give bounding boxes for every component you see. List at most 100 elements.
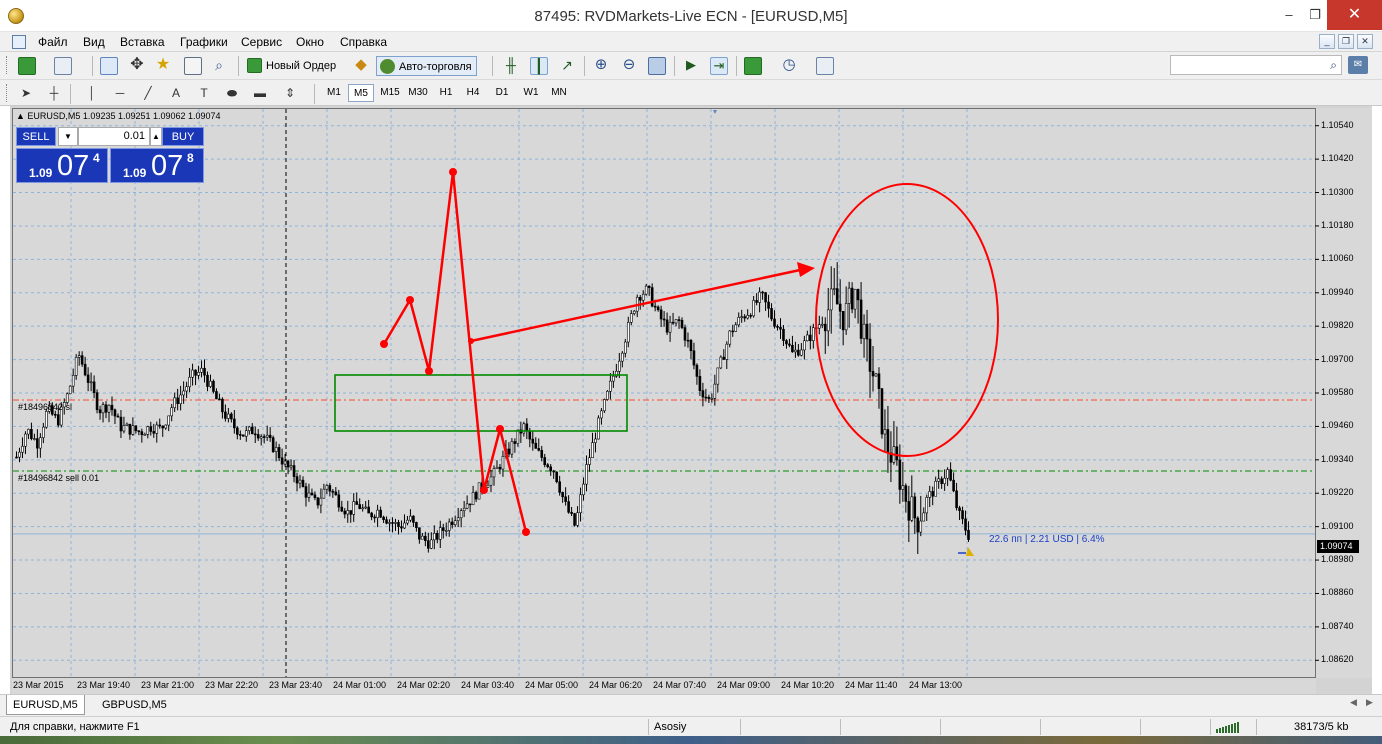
lot-input[interactable]: 0.01 (78, 127, 150, 146)
connection-status-icon[interactable] (1216, 721, 1242, 733)
candle-body (609, 380, 612, 392)
symbol-info: ▲ EURUSD,M5 1.09235 1.09251 1.09062 1.09… (16, 111, 221, 121)
candle-body (304, 486, 308, 498)
annotation-point (480, 486, 488, 494)
candle-body (501, 456, 505, 470)
candle-body (847, 287, 851, 304)
candle-body (173, 397, 176, 409)
buy-button[interactable]: BUY (162, 127, 204, 146)
candle-body (865, 323, 869, 340)
candle-body (170, 407, 173, 417)
sell-price-small: 1.09 (29, 166, 53, 180)
status-profile[interactable]: Asosiy (654, 721, 686, 733)
candle-body (224, 411, 227, 419)
lot-stepper[interactable]: ▲ (150, 127, 162, 146)
candle-body (803, 340, 806, 351)
candle-body (277, 447, 281, 459)
sell-button[interactable]: SELL (16, 127, 56, 146)
candle-body (958, 507, 961, 511)
candle-body (779, 326, 782, 330)
candle-body (430, 539, 433, 549)
candle-body (680, 319, 684, 328)
annotation-point (449, 168, 457, 176)
candle-body (203, 367, 206, 376)
candle-body (510, 441, 514, 455)
candle-body (853, 288, 857, 310)
candle-body (98, 409, 102, 414)
candle-body (459, 510, 463, 519)
candle-body (406, 519, 409, 524)
tab-scroll-right-icon[interactable]: ▶ (1366, 697, 1373, 708)
price-tick-label: 1.08980 (1321, 554, 1354, 565)
lot-dropdown[interactable]: ▼ (58, 127, 78, 146)
candle-body (820, 323, 824, 326)
candle-body (570, 511, 573, 514)
candle-body (516, 429, 520, 444)
candle-body (191, 369, 194, 378)
candle-body (791, 344, 794, 353)
candle-body (761, 291, 764, 294)
candle-body (212, 380, 215, 392)
candle-body (239, 434, 242, 436)
price-tick-label: 1.09340 (1321, 453, 1354, 464)
chart-tabs: EURUSD,M5 GBPUSD,M5 ◀ ▶ (0, 694, 1382, 716)
price-tick-label: 1.09820 (1321, 320, 1354, 331)
candle-body (36, 438, 39, 449)
candle-body (495, 466, 499, 469)
candle-body (585, 464, 588, 485)
price-tick-label: 1.09580 (1321, 387, 1354, 397)
price-tick-label: 1.10420 (1321, 153, 1354, 164)
candle-body (167, 415, 170, 426)
price-tick-label: 1.09100 (1321, 520, 1354, 531)
candle-body (710, 398, 714, 400)
candle-body (659, 309, 663, 320)
time-tick-label: 24 Mar 10:20 (781, 680, 835, 690)
candle-body (116, 415, 120, 418)
candle-body (56, 414, 60, 426)
sell-price[interactable]: 1.09 07 4 (16, 148, 108, 183)
candle-body (42, 426, 45, 438)
tab-gbpusd-m5[interactable]: GBPUSD,M5 (96, 695, 173, 715)
candle-body (221, 398, 224, 413)
candle-body (33, 438, 36, 440)
price-tick-label: 1.09700 (1321, 353, 1354, 364)
stop-loss-label[interactable]: #18496842 sl (18, 402, 72, 412)
buy-price[interactable]: 1.09 07 8 (110, 148, 204, 183)
candle-body (740, 316, 743, 318)
candle-body (489, 476, 493, 486)
candle-body (967, 529, 970, 540)
candle-body (283, 460, 287, 465)
candle-body (227, 413, 230, 419)
candle-body (749, 315, 752, 317)
candle-body (606, 391, 609, 400)
candle-body (785, 340, 788, 345)
candle-body (576, 512, 579, 526)
candle-body (433, 533, 436, 541)
candle-body (856, 288, 860, 301)
candle-body (931, 491, 934, 497)
candle-body (131, 425, 135, 435)
candle-body (409, 515, 412, 521)
candle-body (400, 526, 403, 529)
candle-body (110, 404, 114, 411)
candle-body (104, 404, 108, 413)
buy-price-sup: 8 (187, 151, 194, 165)
candle-body (722, 356, 726, 360)
tab-eurusd-m5[interactable]: EURUSD,M5 (6, 695, 85, 715)
candle-body (546, 464, 550, 468)
candle-body (134, 425, 138, 432)
candle-body (358, 504, 361, 509)
candle-body (322, 488, 326, 499)
candle-body (653, 305, 657, 308)
candle-body (355, 501, 359, 505)
candle-body (823, 323, 827, 332)
candle-body (665, 319, 669, 333)
candle-body (349, 510, 353, 515)
open-order-label[interactable]: #18496842 sell 0.01 (18, 473, 99, 483)
candle-body (898, 459, 902, 490)
candle-body (809, 334, 812, 341)
tab-scroll-left-icon[interactable]: ◀ (1350, 697, 1357, 708)
candle-body (450, 521, 454, 526)
candle-body (582, 483, 585, 496)
price-tick-label: 1.10180 (1321, 219, 1354, 230)
